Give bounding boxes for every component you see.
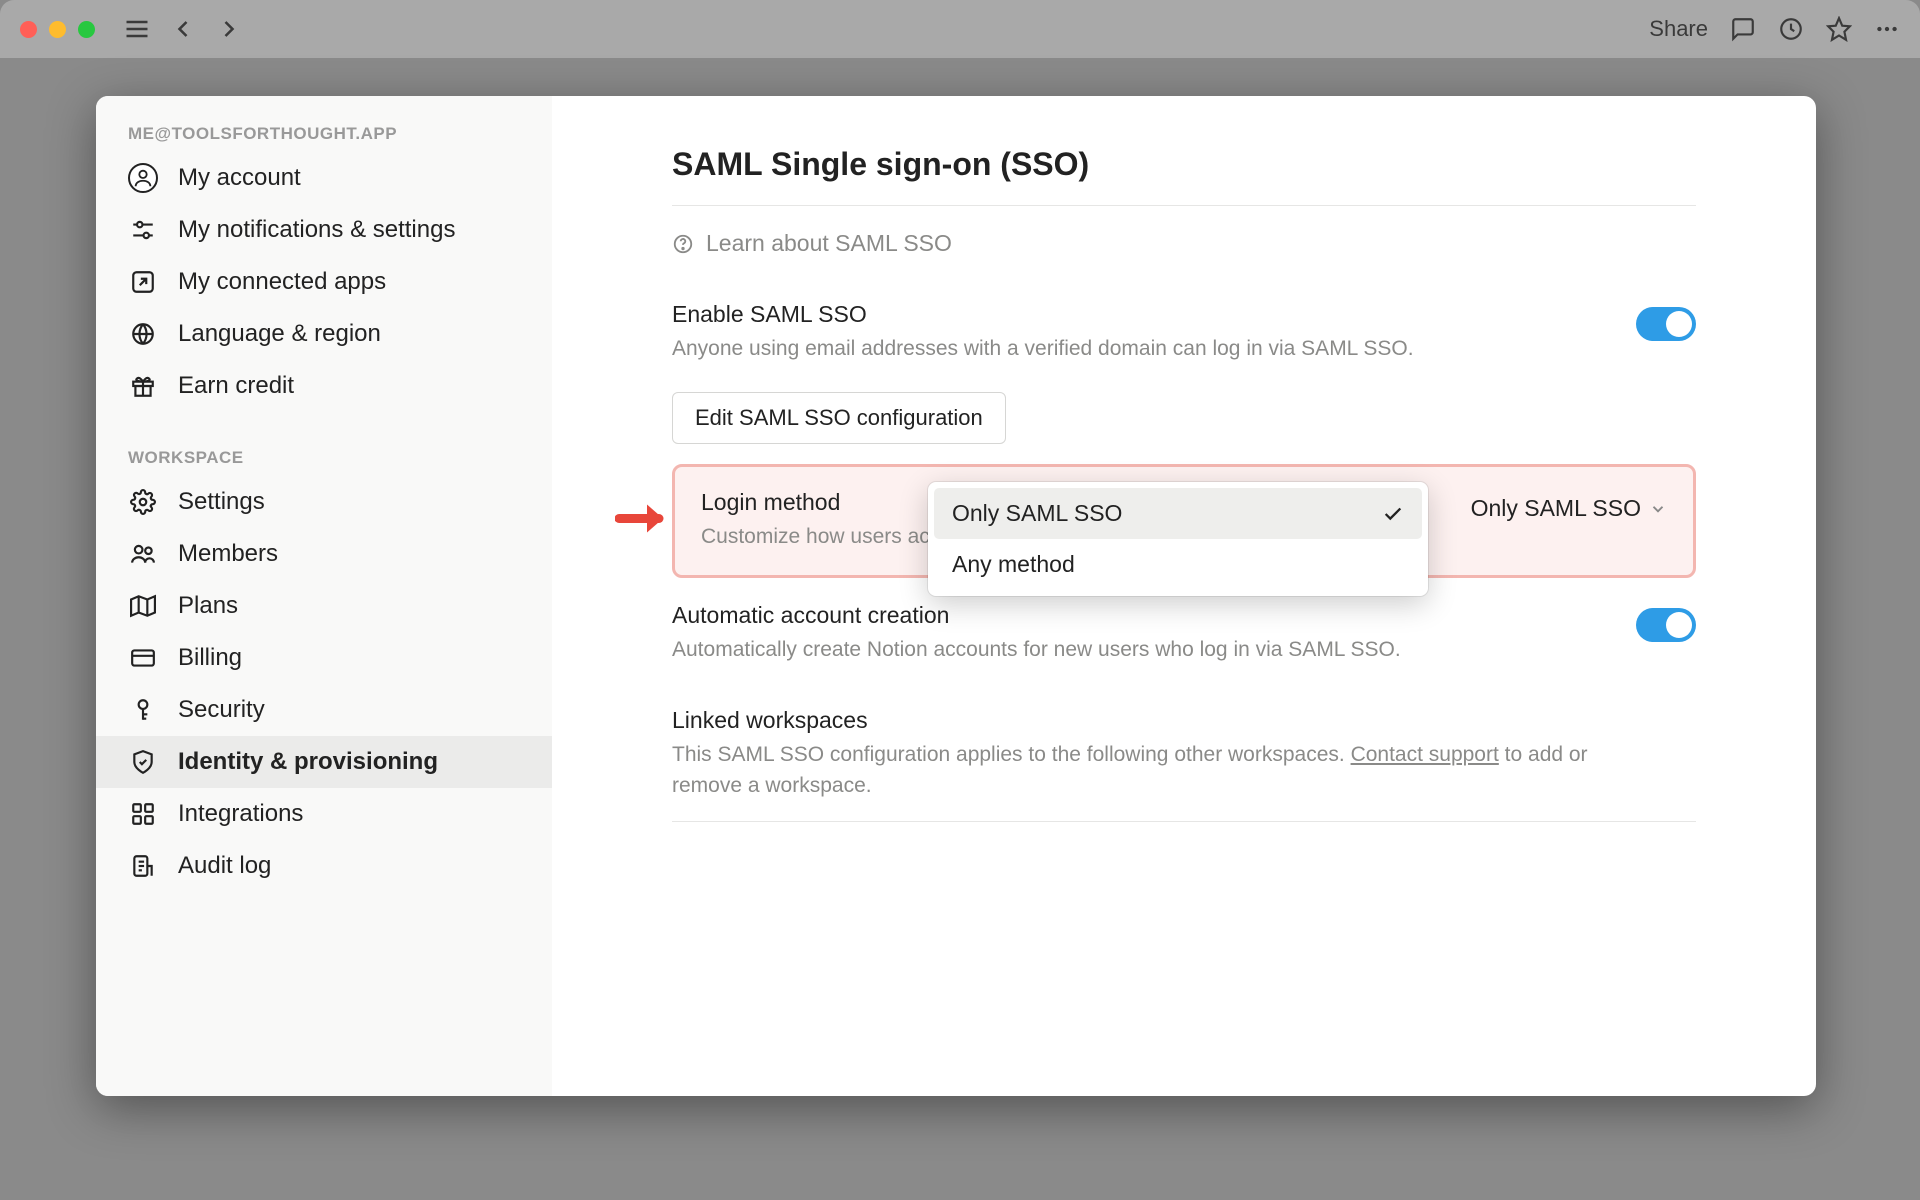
setting-title: Linked workspaces xyxy=(672,707,1656,734)
sidebar-item-label: Identity & provisioning xyxy=(178,748,438,776)
main-panel: SAML Single sign-on (SSO) Learn about SA… xyxy=(552,96,1816,1096)
sidebar-account-email: ME@TOOLSFORTHOUGHT.APP xyxy=(96,116,552,152)
chevron-down-icon xyxy=(1649,500,1667,518)
help-link-label: Learn about SAML SSO xyxy=(706,230,952,257)
sliders-icon xyxy=(128,215,158,245)
sidebar-item-label: Integrations xyxy=(178,800,303,828)
help-link[interactable]: Learn about SAML SSO xyxy=(672,230,1696,257)
sidebar-workspace-label: WORKSPACE xyxy=(96,440,552,476)
dropdown-option-any-method[interactable]: Any method xyxy=(934,539,1422,590)
forward-icon[interactable] xyxy=(215,15,243,43)
sidebar-item-identity-provisioning[interactable]: Identity & provisioning xyxy=(96,736,552,788)
sidebar-item-language[interactable]: Language & region xyxy=(96,308,552,360)
sidebar-item-my-account[interactable]: My account xyxy=(96,152,552,204)
auto-account-toggle[interactable] xyxy=(1636,608,1696,642)
key-icon xyxy=(128,695,158,725)
window-close-button[interactable] xyxy=(20,21,37,38)
login-method-dropdown[interactable]: Only SAML SSO xyxy=(1471,495,1667,522)
sidebar-item-label: Billing xyxy=(178,644,242,672)
sidebar-item-label: My notifications & settings xyxy=(178,216,455,244)
sidebar-item-label: Audit log xyxy=(178,852,271,880)
audit-log-icon xyxy=(128,851,158,881)
setting-auto-account-creation: Automatic account creation Automatically… xyxy=(672,602,1696,665)
dropdown-selected-label: Only SAML SSO xyxy=(1471,495,1641,522)
share-button[interactable]: Share xyxy=(1649,16,1708,42)
avatar-icon xyxy=(128,163,158,193)
dropdown-option-label: Only SAML SSO xyxy=(952,500,1122,527)
sidebar-item-connected-apps[interactable]: My connected apps xyxy=(96,256,552,308)
sidebar-item-audit-log[interactable]: Audit log xyxy=(96,840,552,892)
setting-title: Enable SAML SSO xyxy=(672,301,1596,328)
help-icon xyxy=(672,233,694,255)
people-icon xyxy=(128,539,158,569)
page-title: SAML Single sign-on (SSO) xyxy=(672,146,1696,183)
hamburger-icon[interactable] xyxy=(123,15,151,43)
star-icon[interactable] xyxy=(1826,16,1852,42)
sidebar-item-earn-credit[interactable]: Earn credit xyxy=(96,360,552,412)
back-icon[interactable] xyxy=(169,15,197,43)
window-minimize-button[interactable] xyxy=(49,21,66,38)
sidebar-item-label: My connected apps xyxy=(178,268,386,296)
sidebar-item-security[interactable]: Security xyxy=(96,684,552,736)
divider xyxy=(672,205,1696,206)
dropdown-option-label: Any method xyxy=(952,551,1075,578)
gift-icon xyxy=(128,371,158,401)
shield-check-icon xyxy=(128,747,158,777)
sidebar-item-members[interactable]: Members xyxy=(96,528,552,580)
edit-saml-config-button[interactable]: Edit SAML SSO configuration xyxy=(672,392,1006,444)
setting-enable-saml: Enable SAML SSO Anyone using email addre… xyxy=(672,301,1696,364)
sidebar-item-notifications[interactable]: My notifications & settings xyxy=(96,204,552,256)
sidebar-item-billing[interactable]: Billing xyxy=(96,632,552,684)
sidebar-item-label: Security xyxy=(178,696,265,724)
settings-sidebar: ME@TOOLSFORTHOUGHT.APP My account My not… xyxy=(96,96,552,1096)
grid-icon xyxy=(128,799,158,829)
login-method-highlight: Login method Customize how users access … xyxy=(672,464,1696,577)
setting-desc: Automatically create Notion accounts for… xyxy=(672,635,1596,665)
map-icon xyxy=(128,591,158,621)
sidebar-item-label: Settings xyxy=(178,488,265,516)
more-icon[interactable] xyxy=(1874,16,1900,42)
contact-support-link[interactable]: Contact support xyxy=(1351,743,1499,766)
setting-desc: Anyone using email addresses with a veri… xyxy=(672,334,1596,364)
arrow-up-right-box-icon xyxy=(128,267,158,297)
check-icon xyxy=(1382,503,1404,525)
sidebar-item-label: Plans xyxy=(178,592,238,620)
globe-icon xyxy=(128,319,158,349)
divider xyxy=(672,821,1696,822)
setting-title: Automatic account creation xyxy=(672,602,1596,629)
gear-icon xyxy=(128,487,158,517)
window-zoom-button[interactable] xyxy=(78,21,95,38)
settings-modal: ME@TOOLSFORTHOUGHT.APP My account My not… xyxy=(96,96,1816,1096)
setting-desc: This SAML SSO configuration applies to t… xyxy=(672,740,1656,801)
sidebar-item-settings[interactable]: Settings xyxy=(96,476,552,528)
enable-saml-toggle[interactable] xyxy=(1636,307,1696,341)
sidebar-item-label: Earn credit xyxy=(178,372,294,400)
setting-linked-workspaces: Linked workspaces This SAML SSO configur… xyxy=(672,707,1696,801)
callout-arrow-icon xyxy=(615,497,671,546)
sidebar-item-label: My account xyxy=(178,164,301,192)
credit-card-icon xyxy=(128,643,158,673)
sidebar-item-integrations[interactable]: Integrations xyxy=(96,788,552,840)
sidebar-item-label: Members xyxy=(178,540,278,568)
window-titlebar: Share xyxy=(0,0,1920,58)
dropdown-option-only-saml[interactable]: Only SAML SSO xyxy=(934,488,1422,539)
sidebar-item-label: Language & region xyxy=(178,320,381,348)
login-method-popover: Only SAML SSO Any method xyxy=(928,482,1428,596)
sidebar-item-plans[interactable]: Plans xyxy=(96,580,552,632)
comment-icon[interactable] xyxy=(1730,16,1756,42)
clock-icon[interactable] xyxy=(1778,16,1804,42)
